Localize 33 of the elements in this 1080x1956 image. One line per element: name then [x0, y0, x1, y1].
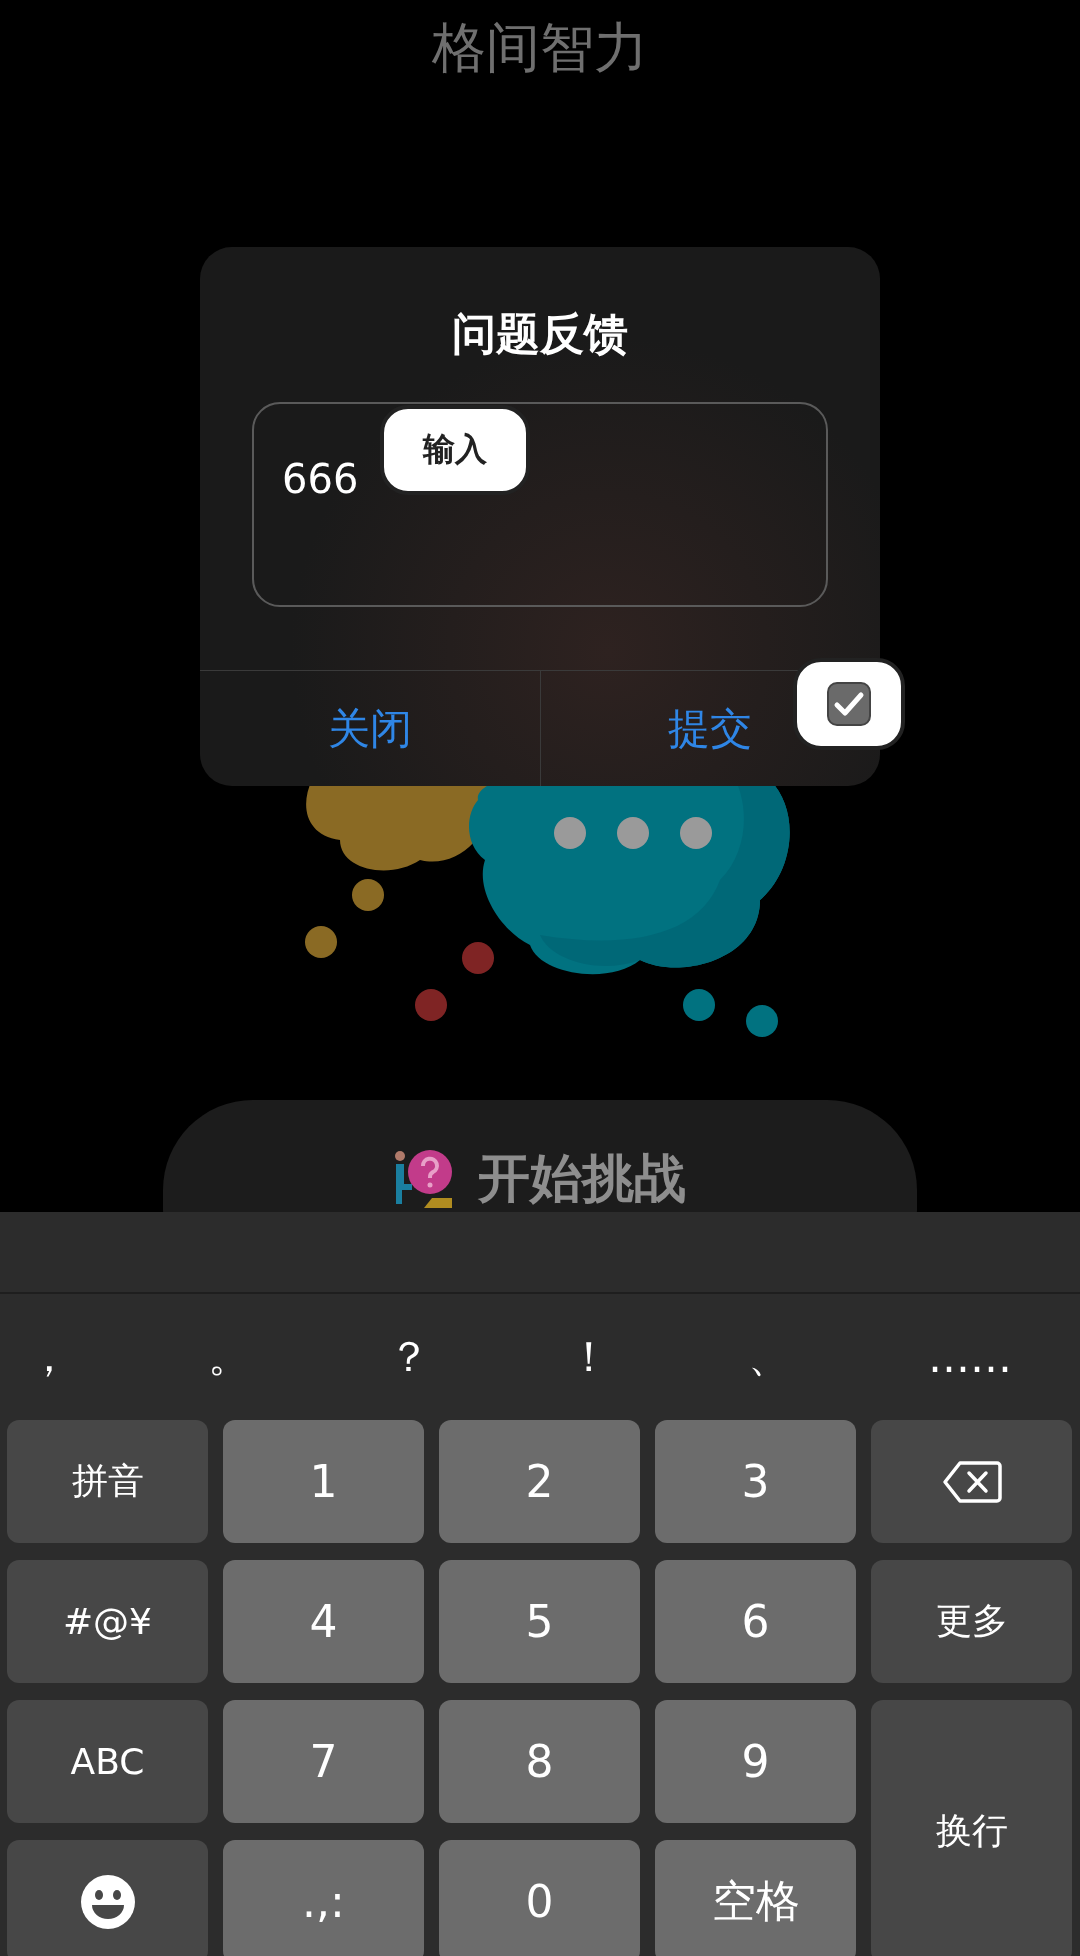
- keyboard-key[interactable]: 0: [439, 1840, 640, 1956]
- keyboard-key[interactable]: 拼音: [7, 1420, 208, 1543]
- keyboard-key[interactable]: 空格: [655, 1840, 856, 1956]
- punctuation-key[interactable]: ？: [388, 1329, 568, 1385]
- start-challenge-label: 开始挑战: [478, 1150, 686, 1206]
- punctuation-key[interactable]: ，: [28, 1329, 208, 1385]
- keyboard-key[interactable]: 6: [655, 1560, 856, 1683]
- question-figure-icon: [394, 1150, 452, 1208]
- keyboard-key[interactable]: 1: [223, 1420, 424, 1543]
- keyboard-key[interactable]: ABC: [7, 1700, 208, 1823]
- emoji-key[interactable]: [7, 1840, 208, 1956]
- keyboard-key[interactable]: 5: [439, 1560, 640, 1683]
- backspace-icon: [941, 1459, 1002, 1504]
- punctuation-key[interactable]: ！: [568, 1329, 748, 1385]
- punctuation-key[interactable]: 、: [748, 1329, 928, 1385]
- dialog-title: 问题反馈: [452, 307, 628, 361]
- keyboard-key[interactable]: 7: [223, 1700, 424, 1823]
- close-button[interactable]: 关闭: [200, 671, 540, 786]
- keyboard-key[interactable]: 2: [439, 1420, 640, 1543]
- punctuation-key[interactable]: ……: [928, 1332, 1012, 1382]
- keyboard-key[interactable]: 8: [439, 1700, 640, 1823]
- punctuation-key[interactable]: 。: [208, 1329, 388, 1385]
- keyboard-key[interactable]: 3: [655, 1420, 856, 1543]
- keyboard-key[interactable]: 4: [223, 1560, 424, 1683]
- enter-key[interactable]: 换行: [871, 1700, 1072, 1956]
- keyboard-key[interactable]: #@¥: [7, 1560, 208, 1683]
- keyboard-key[interactable]: 更多: [871, 1560, 1072, 1683]
- backspace-key[interactable]: [871, 1420, 1072, 1543]
- keyboard-key[interactable]: .,:: [223, 1840, 424, 1956]
- app-title: 格间智力: [432, 15, 648, 81]
- emoji-icon: [79, 1873, 136, 1930]
- callout-text: 输入: [423, 429, 487, 470]
- keyboard-key[interactable]: 9: [655, 1700, 856, 1823]
